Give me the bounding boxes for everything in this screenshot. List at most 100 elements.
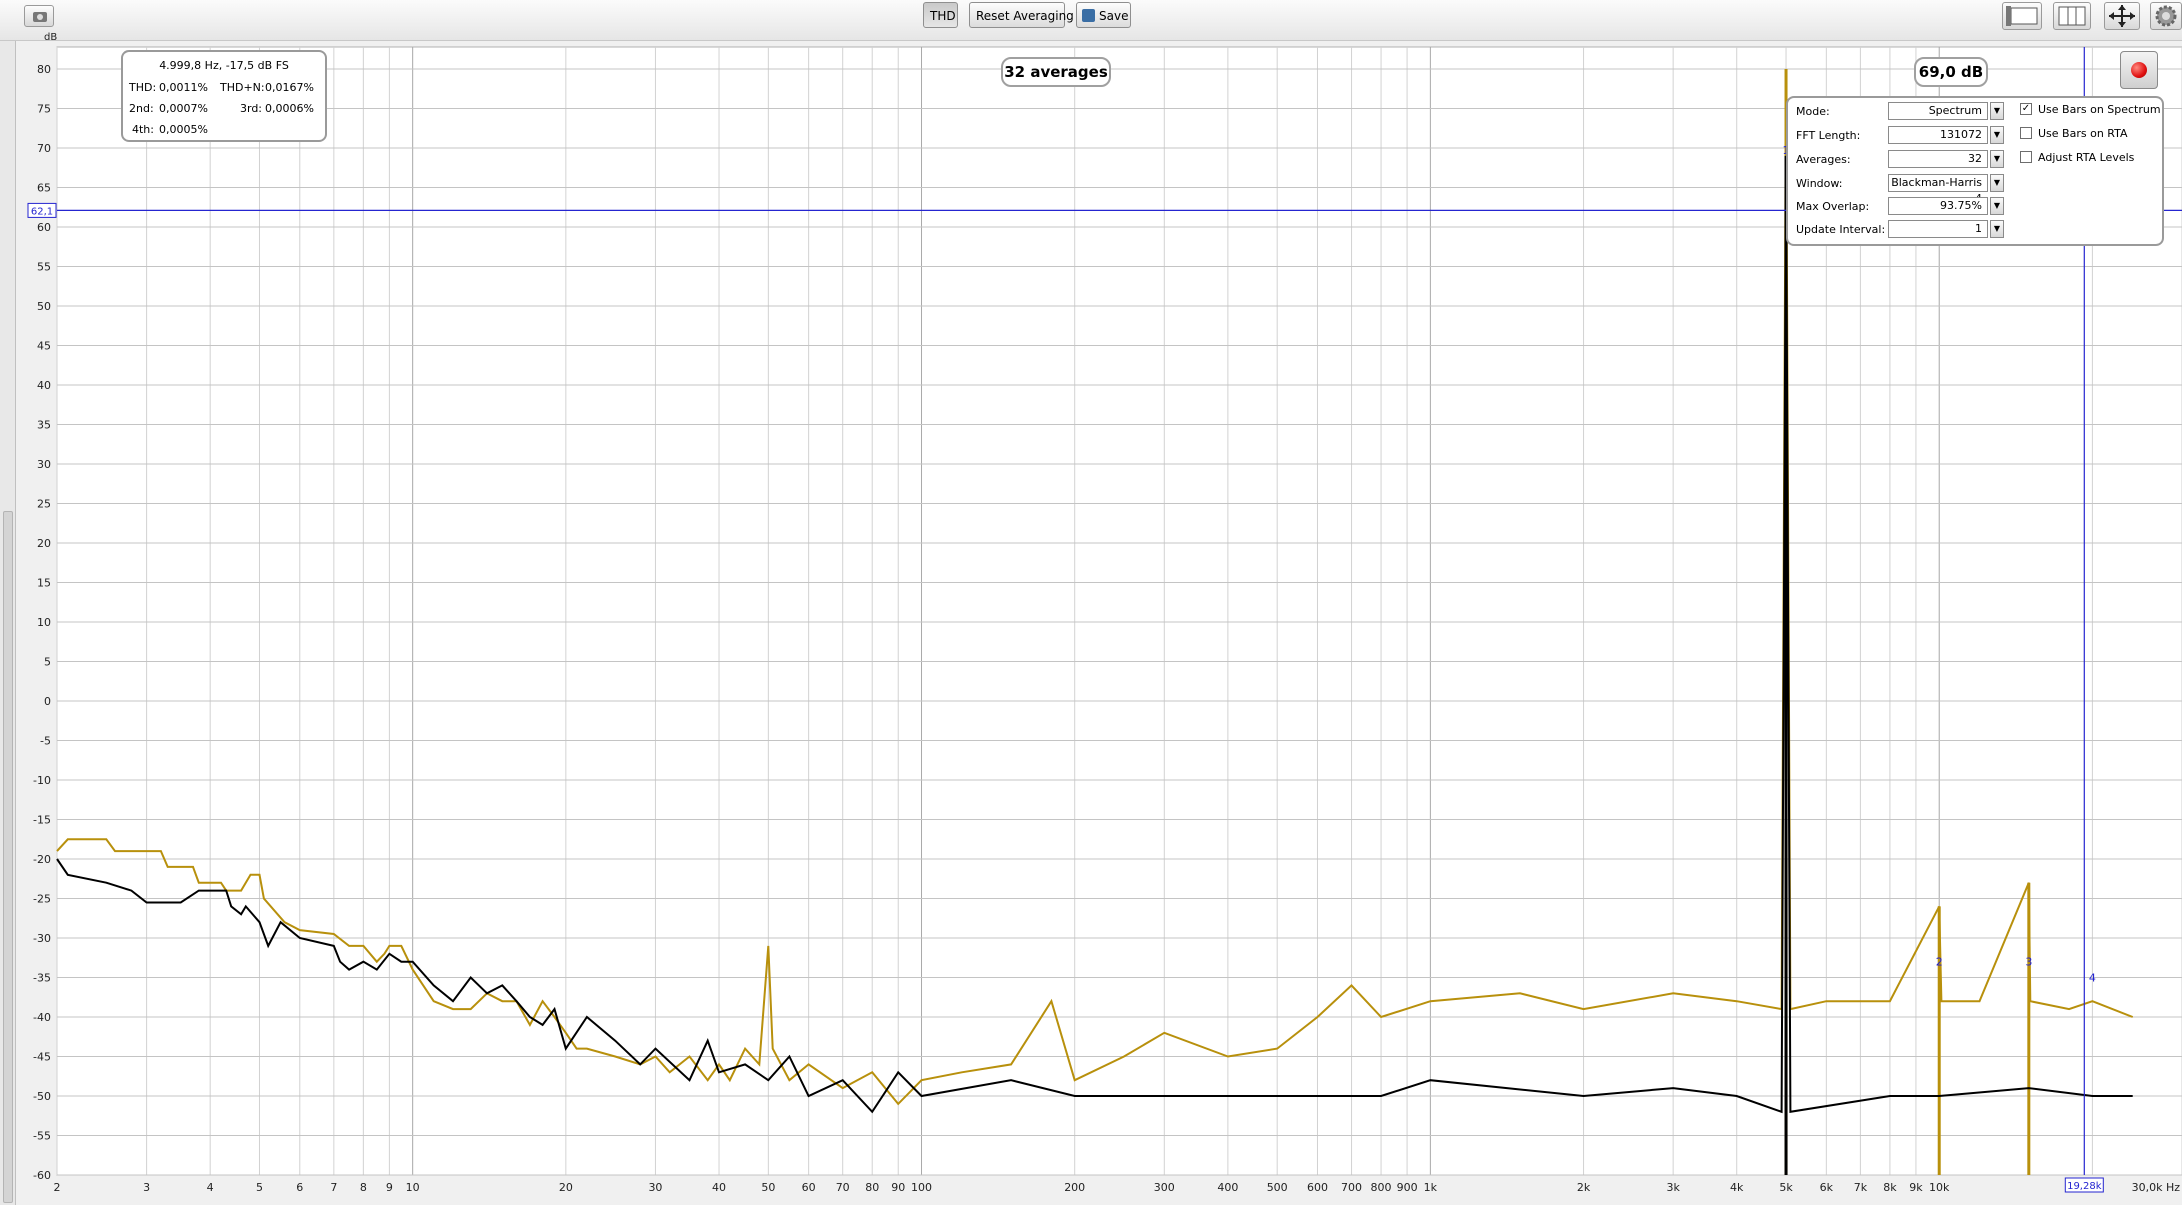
- y-tick-label: 0: [44, 695, 51, 708]
- thd-readout-panel: 4.999,8 Hz, -17,5 dB FS THD: 0,0011% THD…: [121, 50, 327, 142]
- x-tick-label: 20: [559, 1181, 573, 1194]
- x-tick-label: 8: [360, 1181, 367, 1194]
- y-tick-label: 50: [37, 300, 51, 313]
- harmonic-marker-3: 3: [2025, 956, 2032, 969]
- overlap-dropdown-arrow-icon[interactable]: ▼: [1990, 197, 2004, 215]
- use-bars-rta-label: Use Bars on RTA: [2038, 127, 2128, 140]
- x-tick-label: 9: [386, 1181, 393, 1194]
- x-tick-label: 50: [761, 1181, 775, 1194]
- x-tick-label: 800: [1371, 1181, 1392, 1194]
- cursor-y-value: 62,1: [31, 206, 53, 217]
- y-tick-label: 45: [37, 340, 51, 353]
- analyser-settings-panel: Mode: Spectrum ▼ FFT Length: 131072 ▼ Av…: [1786, 96, 2164, 246]
- x-tick-label: 5k: [1779, 1181, 1793, 1194]
- y-tick-label: 80: [37, 63, 51, 76]
- fft-dropdown-arrow-icon[interactable]: ▼: [1990, 126, 2004, 144]
- x-tick-label: 5: [256, 1181, 263, 1194]
- thd-label: THD:: [129, 81, 157, 94]
- x-tick-label: 30: [648, 1181, 662, 1194]
- y-tick-label: -35: [33, 972, 51, 985]
- x-tick-label: 40: [712, 1181, 726, 1194]
- update-interval-row: Update Interval: 1 ▼: [1796, 220, 2011, 238]
- window-dropdown-arrow-icon[interactable]: ▼: [1990, 174, 2004, 192]
- fft-length-select[interactable]: 131072: [1888, 126, 1988, 144]
- fft-length-row: FFT Length: 131072 ▼: [1796, 126, 2011, 144]
- y-axis-unit-label: dB: [44, 32, 57, 43]
- x-tick-label: 200: [1064, 1181, 1085, 1194]
- y-tick-label: 25: [37, 498, 51, 511]
- y-tick-label: 20: [37, 537, 51, 550]
- x-tick-label: 600: [1307, 1181, 1328, 1194]
- overlap-label: Max Overlap:: [1796, 200, 1870, 213]
- averages-select[interactable]: 32: [1888, 150, 1988, 168]
- update-interval-label: Update Interval:: [1796, 223, 1886, 236]
- y-tick-label: 65: [37, 182, 51, 195]
- x-tick-label: 80: [865, 1181, 879, 1194]
- mode-select[interactable]: Spectrum: [1888, 102, 1988, 120]
- y-tick-label: -10: [33, 774, 51, 787]
- x-tick-label: 8k: [1883, 1181, 1897, 1194]
- x-tick-label: 500: [1267, 1181, 1288, 1194]
- adjust-rta-label: Adjust RTA Levels: [2038, 151, 2135, 164]
- use-bars-spectrum-label: Use Bars on Spectrum: [2038, 103, 2161, 116]
- y-tick-label: 60: [37, 221, 51, 234]
- window-row: Window: Blackman-Harris 4 ▼: [1796, 174, 2011, 205]
- y-tick-label: -15: [33, 814, 51, 827]
- x-tick-label: 1k: [1424, 1181, 1438, 1194]
- window-label: Window:: [1796, 177, 1843, 190]
- y-tick-label: 55: [37, 261, 51, 274]
- second-harmonic-value: 0,0007%: [159, 102, 208, 115]
- averages-count-badge: 32 averages: [1001, 57, 1111, 87]
- averages-dropdown-arrow-icon[interactable]: ▼: [1990, 150, 2004, 168]
- x-tick-label: 3: [143, 1181, 150, 1194]
- y-tick-label: -50: [33, 1090, 51, 1103]
- adjust-rta-checkbox[interactable]: [2020, 151, 2032, 163]
- y-tick-label: 70: [37, 142, 51, 155]
- thdn-label: THD+N:: [220, 81, 265, 94]
- y-tick-label: -30: [33, 932, 51, 945]
- y-tick-label: -5: [40, 735, 51, 748]
- averages-label: Averages:: [1796, 153, 1851, 166]
- x-tick-label: 70: [836, 1181, 850, 1194]
- x-tick-label: 2k: [1577, 1181, 1591, 1194]
- y-tick-label: 75: [37, 103, 51, 116]
- averages-row: Averages: 32 ▼: [1796, 150, 2011, 168]
- fourth-harmonic-label: 4th:: [132, 123, 154, 136]
- thd-value: 0,0011%: [159, 81, 208, 94]
- y-tick-label: 40: [37, 379, 51, 392]
- mode-row: Mode: Spectrum ▼: [1796, 102, 2011, 120]
- y-tick-label: -25: [33, 893, 51, 906]
- x-tick-label: 4k: [1730, 1181, 1744, 1194]
- harmonic-marker-2: 2: [1936, 956, 1943, 969]
- use-bars-spectrum-checkbox[interactable]: ✓: [2020, 103, 2032, 115]
- y-tick-label: -60: [33, 1169, 51, 1182]
- record-icon: [2131, 62, 2147, 78]
- y-tick-label: 35: [37, 419, 51, 432]
- use-bars-rta-checkbox[interactable]: [2020, 127, 2032, 139]
- mode-dropdown-arrow-icon[interactable]: ▼: [1990, 102, 2004, 120]
- update-interval-select[interactable]: 1: [1888, 220, 1988, 238]
- harmonic-marker-4: 4: [2089, 971, 2096, 984]
- third-harmonic-label: 3rd:: [240, 102, 263, 115]
- x-tick-label: 7: [330, 1181, 337, 1194]
- x-tick-label: 700: [1341, 1181, 1362, 1194]
- mode-label: Mode:: [1796, 105, 1830, 118]
- level-readout-badge: 69,0 dB: [1914, 57, 1988, 87]
- thdn-value: 0,0167%: [265, 81, 314, 94]
- fft-length-label: FFT Length:: [1796, 129, 1861, 142]
- x-tick-label: 400: [1217, 1181, 1238, 1194]
- x-tick-label: 6k: [1820, 1181, 1834, 1194]
- x-axis-unit-label: 30,0k Hz: [2132, 1181, 2181, 1194]
- y-tick-label: -55: [33, 1130, 51, 1143]
- x-tick-label: 2: [54, 1181, 61, 1194]
- interval-dropdown-arrow-icon[interactable]: ▼: [1990, 220, 2004, 238]
- y-tick-label: 15: [37, 577, 51, 590]
- overlap-select[interactable]: 93.75%: [1888, 197, 1988, 215]
- window-select[interactable]: Blackman-Harris 4: [1888, 174, 1988, 205]
- x-tick-label: 10: [406, 1181, 420, 1194]
- record-button[interactable]: [2120, 51, 2158, 89]
- y-tick-label: 30: [37, 458, 51, 471]
- third-harmonic-value: 0,0006%: [265, 102, 314, 115]
- x-tick-label: 900: [1397, 1181, 1418, 1194]
- x-tick-label: 4: [207, 1181, 214, 1194]
